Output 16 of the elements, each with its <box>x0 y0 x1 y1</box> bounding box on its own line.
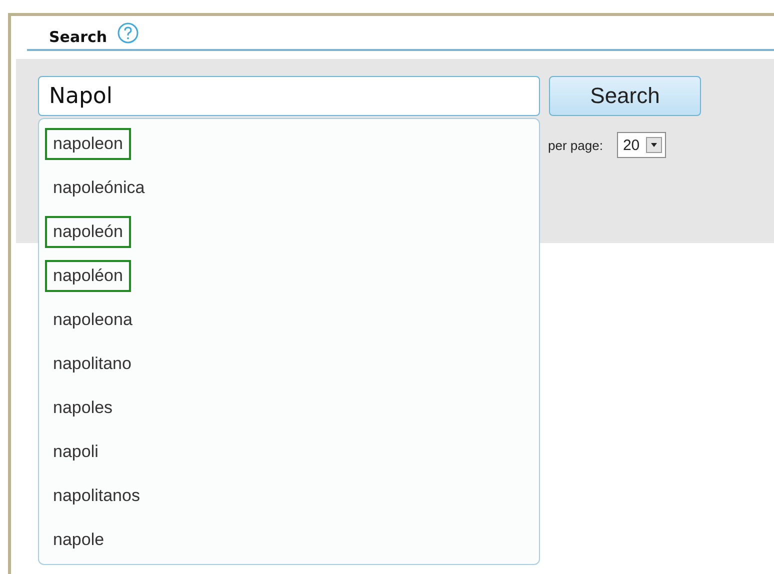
suggestion-item[interactable]: napoléon <box>45 260 131 292</box>
suggestion-item[interactable]: napole <box>45 524 112 556</box>
suggestion-item[interactable]: napoleónica <box>45 172 153 204</box>
search-field[interactable]: Napol <box>38 76 540 116</box>
search-button[interactable]: Search <box>549 76 701 116</box>
suggestion-item[interactable]: napolitanos <box>45 480 148 512</box>
suggestion-item[interactable]: napoleona <box>45 304 140 336</box>
suggestion-item[interactable]: napoleon <box>45 128 131 160</box>
help-icon[interactable] <box>117 22 140 44</box>
per-page-label: per page: <box>548 138 603 152</box>
suggestion-item[interactable]: napoli <box>45 436 106 468</box>
suggestion-item[interactable]: napoleón <box>45 216 131 248</box>
suggestion-item[interactable]: napolitano <box>45 348 140 380</box>
section-title: Search <box>49 28 108 46</box>
suggestion-item[interactable]: napoles <box>45 392 121 424</box>
per-page-select[interactable]: 20 <box>616 132 666 158</box>
